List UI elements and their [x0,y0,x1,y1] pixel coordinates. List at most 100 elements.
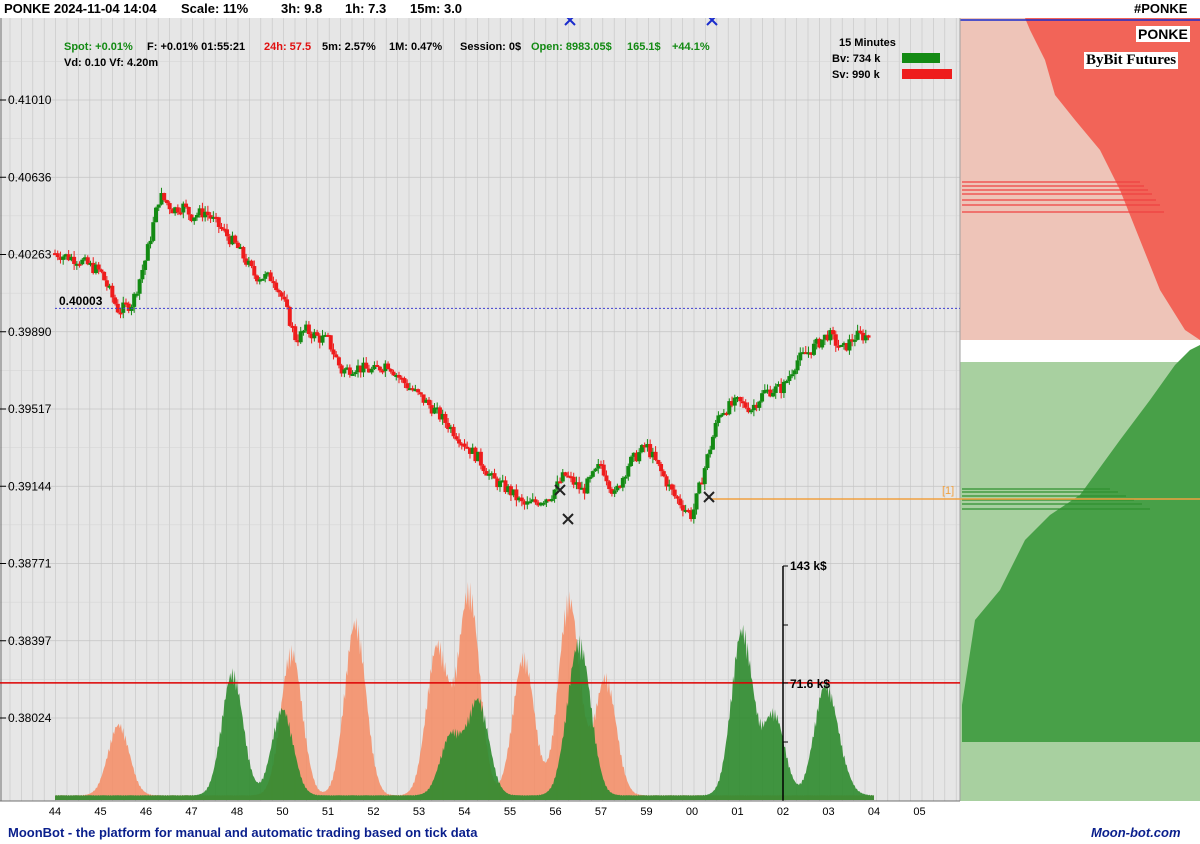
candle-body [301,330,306,333]
x-tick-label: 51 [322,806,334,818]
candle-body [388,369,393,372]
candle-body [612,490,617,494]
candle-body [811,343,816,355]
candle-body [792,370,797,375]
candle-body [350,373,355,376]
candle-body [167,203,172,210]
candle-body [241,247,246,259]
candle-body [233,235,238,243]
candle-body [820,339,825,348]
candle-body [659,463,664,472]
candle-body [285,299,290,307]
candle-body [298,331,303,343]
legend-title: 15 Minutes [839,37,896,49]
candle-body [661,471,666,477]
candle-body [162,193,167,201]
candle-body [377,366,382,371]
volume-scale-top: 143 k$ [790,559,827,573]
candle-body [282,296,287,300]
y-tick-label: 0.38024 [8,711,52,725]
candle-body [492,473,497,479]
candle-body [342,369,347,374]
candle-body [852,339,857,342]
candle-body [593,468,598,472]
candle-body [478,451,483,466]
candle-body [656,459,661,464]
x-tick-label: 48 [231,806,243,818]
candle-body [252,266,257,276]
candle-body [719,414,724,417]
y-tick-label: 0.39890 [8,325,52,339]
legend-bv: Bv: 734 k [832,53,881,65]
x-tick-label: 52 [367,806,379,818]
candle-body [274,282,279,291]
candle-body [331,349,336,355]
footer: MoonBot - the platform for manual and au… [0,822,1200,844]
candle-body [781,381,786,394]
candle-body [143,260,148,270]
candle-body [757,401,762,408]
session: Session: 0$ [460,41,522,53]
candle-body [194,214,199,218]
funding: F: +0.01% 01:55:21 [147,41,246,53]
candle-body [178,212,183,215]
candle-body [140,269,145,280]
order-book [959,18,1200,801]
x-tick-label: 55 [504,806,516,818]
candle-body [386,363,391,370]
candle-body [743,402,748,408]
candle-body [102,271,107,281]
candle-body [134,293,139,296]
x-tick-label: 04 [868,806,880,818]
candle-body [694,493,699,510]
stat-15m: 15m: 3.0 [410,1,463,16]
candle-body [279,292,284,297]
candle-body [132,293,137,307]
stat-3h: 3h: 9.8 [281,1,323,16]
candle-body [369,369,374,373]
x-tick-label: 53 [413,806,425,818]
candle-body [457,439,462,444]
y-tick-label: 0.40636 [8,170,52,184]
candle-body [702,468,707,485]
candle-body [784,381,789,384]
exchange-label: ByBit Futures [1084,52,1179,69]
candle-body [710,436,715,450]
candle-body [151,222,156,241]
candle-body [402,378,407,384]
candle-body [129,306,134,311]
title: PONKE 2024-11-04 14:04 [4,1,157,16]
candle-body [110,285,115,298]
candle-body [454,436,459,440]
volume-scale-mid: 71.6 k$ [790,677,831,691]
candle-body [528,501,533,504]
candle-body [558,481,563,484]
candle-body [585,478,590,494]
candle-body [680,505,685,511]
candle-body [104,280,109,287]
candle-body [405,383,410,389]
candle-body [364,362,369,369]
candle-body [626,466,631,477]
candle-body [137,279,142,294]
order-label: [1] [942,485,955,497]
candle-body [391,371,396,376]
candle-body [148,240,153,245]
candle-body [787,376,792,382]
candle-body [637,452,642,462]
candle-body [708,449,713,455]
footer-link[interactable]: Moon-bot.com [1091,825,1181,840]
candle-body [334,354,339,358]
candle-body [678,498,683,506]
candle-body [216,217,221,227]
x-tick-label: 01 [731,806,743,818]
candle-body [156,204,161,208]
candle-body [669,484,674,490]
candle-body [328,335,333,350]
candle-body [462,443,467,447]
legend-bv-swatch [902,53,940,63]
candle-body [80,259,85,265]
y-tick-label: 0.38771 [8,557,52,571]
stat-24h: 24h: 57.5 [264,41,312,53]
candle-body [293,326,298,341]
